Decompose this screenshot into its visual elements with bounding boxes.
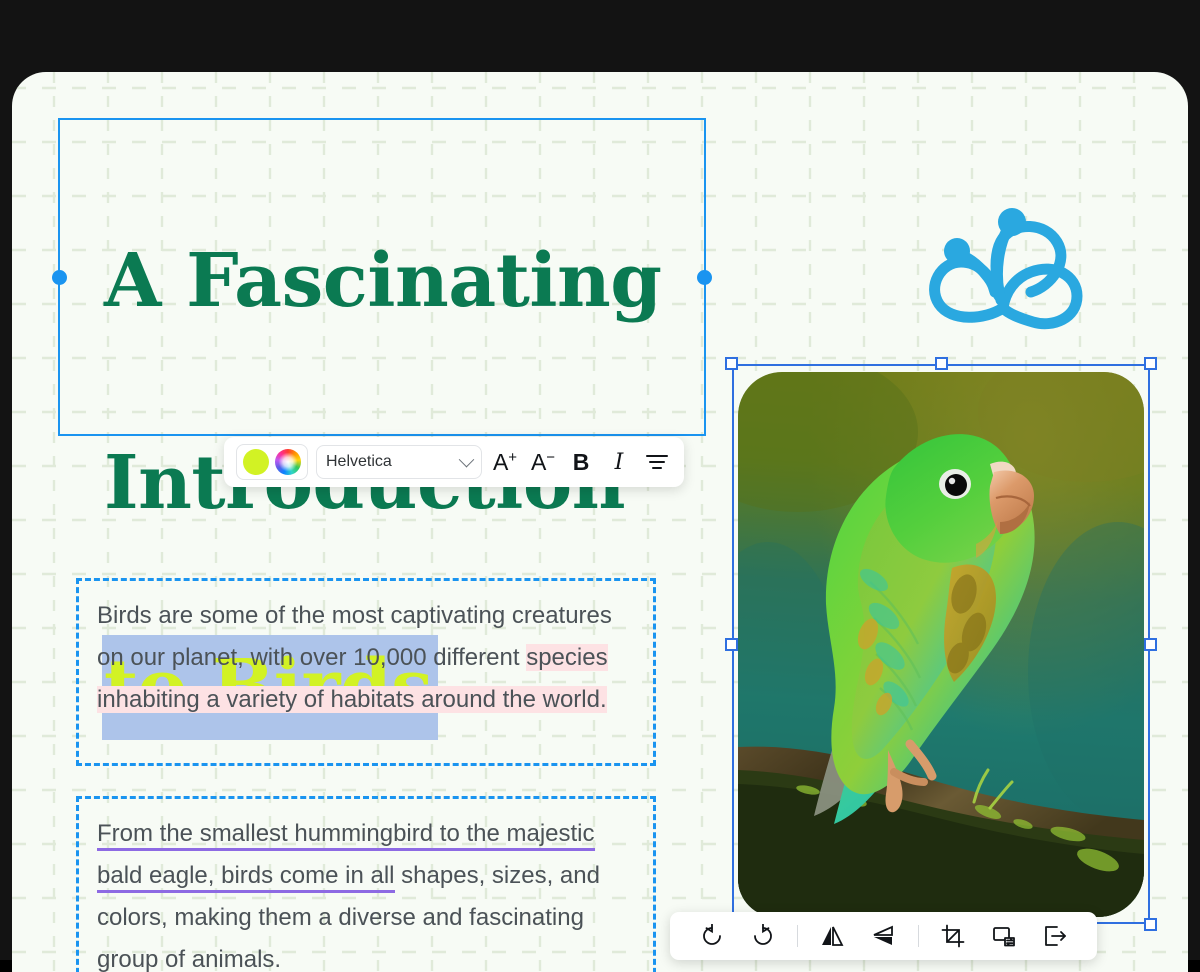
increase-font-size-button[interactable]: A + xyxy=(490,445,520,479)
flip-horizontal-icon xyxy=(822,926,844,946)
font-family-value: Helvetica xyxy=(326,453,392,470)
text-align-icon xyxy=(646,455,668,469)
resize-handle-middle-left[interactable] xyxy=(725,637,738,651)
design-canvas[interactable]: A Fascinating Introduction to Birds Helv… xyxy=(12,72,1188,972)
replace-image-icon xyxy=(993,927,1016,947)
crop-icon xyxy=(941,924,965,948)
bold-button[interactable]: B xyxy=(566,445,596,479)
body-text-box-1[interactable]: Birds are some of the most captivating c… xyxy=(76,578,656,766)
flip-vertical-button[interactable] xyxy=(866,919,900,953)
export-image-button[interactable] xyxy=(1038,919,1072,953)
rotate-right-icon xyxy=(753,924,772,945)
increase-font-size-sup: + xyxy=(508,448,518,466)
replace-image-button[interactable] xyxy=(987,919,1021,953)
italic-button[interactable]: I xyxy=(604,445,634,479)
color-wheel-icon[interactable] xyxy=(275,449,301,475)
toolbar-separator-2 xyxy=(917,925,919,947)
butterfly-icon xyxy=(907,200,1097,335)
resize-handle-top-center[interactable] xyxy=(934,357,948,370)
text-color-swatch[interactable] xyxy=(243,449,269,475)
title-line-1: A Fascinating xyxy=(104,238,662,324)
image-edit-toolbar[interactable] xyxy=(670,912,1097,960)
resize-handle-top-right[interactable] xyxy=(1144,357,1157,370)
decrease-font-size-glyph: A xyxy=(530,448,547,475)
export-image-icon xyxy=(1045,926,1067,946)
flip-horizontal-button[interactable] xyxy=(815,919,849,953)
text-format-toolbar[interactable]: Helvetica A + A − B I xyxy=(224,437,684,487)
font-family-select[interactable]: Helvetica xyxy=(316,445,482,479)
rotate-left-button[interactable] xyxy=(695,919,729,953)
bird-photo-selection[interactable] xyxy=(725,357,1157,931)
resize-handle-middle-right[interactable] xyxy=(1144,637,1157,651)
flip-vertical-icon xyxy=(874,925,894,945)
increase-font-size-glyph: A xyxy=(492,448,509,475)
selection-rectangle xyxy=(732,364,1150,924)
decrease-font-size-sup: − xyxy=(546,448,556,466)
resize-handle-left[interactable] xyxy=(52,269,67,285)
color-controls[interactable] xyxy=(236,444,308,480)
device-frame: A Fascinating Introduction to Birds Helv… xyxy=(0,0,1200,972)
decrease-font-size-button[interactable]: A − xyxy=(528,445,558,479)
rotate-left-icon xyxy=(702,924,721,945)
chevron-down-icon xyxy=(458,451,475,467)
body-text-box-2[interactable]: From the smallest hummingbird to the maj… xyxy=(76,796,656,972)
toolbar-separator-1 xyxy=(797,925,799,947)
heading-text-box[interactable]: A Fascinating Introduction to Birds xyxy=(52,118,712,740)
resize-handle-top-left[interactable] xyxy=(725,357,738,370)
text-align-button[interactable] xyxy=(642,445,672,479)
resize-handle-bottom-right[interactable] xyxy=(1144,918,1157,931)
crop-button[interactable] xyxy=(936,919,970,953)
rotate-right-button[interactable] xyxy=(746,919,780,953)
